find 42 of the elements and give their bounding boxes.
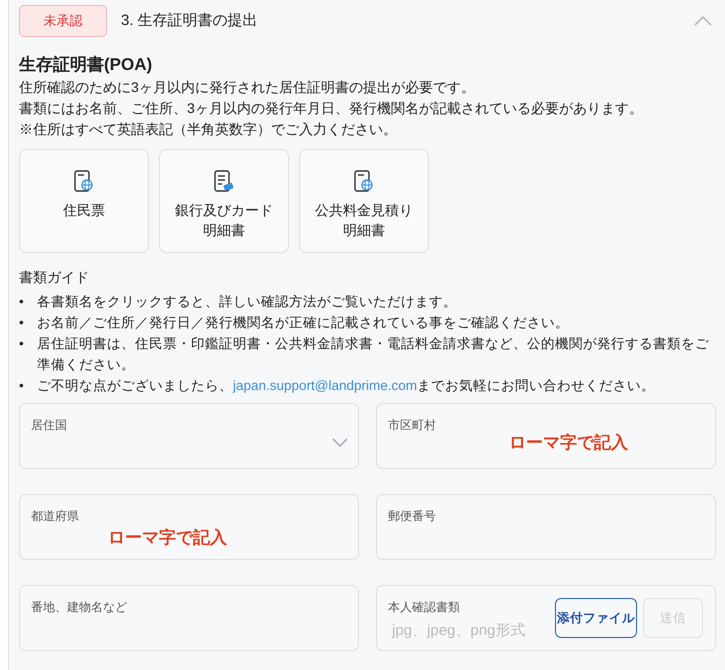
bullet-marker: • bbox=[19, 377, 25, 395]
document-type-card[interactable]: 公共料金見積り明細書 bbox=[299, 149, 429, 253]
file-field[interactable]: 本人確認書類 jpg、jpeg、png形式 添付ファイル 送信 bbox=[376, 585, 716, 651]
bullet-marker: • bbox=[19, 335, 25, 353]
field-label: 都道府県 bbox=[31, 508, 79, 525]
field-label: 番地、建物名など bbox=[31, 599, 127, 616]
status-badge: 未承認 bbox=[19, 5, 107, 37]
guide-title: 書類ガイド bbox=[19, 268, 90, 287]
field-label: 本人確認書類 bbox=[388, 599, 460, 616]
placeholder-text: jpg、jpeg、png形式 bbox=[392, 621, 526, 641]
annotation-text: ローマ字で記入 bbox=[108, 527, 227, 549]
document-type-card[interactable]: 銀行及びカード明細書 bbox=[159, 149, 289, 253]
field-label: 居住国 bbox=[31, 417, 67, 434]
bullet-marker: • bbox=[19, 314, 25, 332]
guide-item: ご不明な点がございましたら、japan.support@landprime.com までお気軽にお問い合わせください。 bbox=[37, 377, 656, 395]
annotation-text: ローマ字で記入 bbox=[509, 432, 628, 454]
field-label: 市区町村 bbox=[388, 417, 436, 434]
select-field[interactable]: 居住国 bbox=[19, 403, 359, 469]
statement-icon bbox=[213, 168, 235, 194]
section-heading: 生存証明書(POA) bbox=[19, 54, 154, 76]
field-label: 郵便番号 bbox=[388, 508, 436, 525]
document-type-label: 銀行及びカード明細書 bbox=[174, 201, 274, 240]
input-field[interactable]: 番地、建物名など bbox=[19, 585, 359, 651]
guide-item: お名前／ご住所／発行日／発行機関名が正確に記載されている事をご確認ください。 bbox=[37, 314, 569, 332]
step-title: 3. 生存証明書の提出 bbox=[121, 10, 258, 31]
document-globe-icon bbox=[73, 168, 95, 194]
document-type-label: 公共料金見積り明細書 bbox=[314, 201, 414, 240]
guide-item: 各書類名をクリックすると、詳しい確認方法がご覧いただけます。 bbox=[37, 293, 457, 311]
attach-file-button[interactable]: 添付ファイル bbox=[555, 598, 637, 638]
intro-text: ※住所はすべて英語表記（半角英数字）でご入力ください。 bbox=[19, 120, 398, 139]
document-globe-icon bbox=[353, 168, 375, 194]
input-field[interactable]: 都道府県 ローマ字で記入 bbox=[19, 494, 359, 560]
guide-item: 居住証明書は、住民票・印鑑証明書・公共料金請求書・電話料金請求書など、公的機関が発行する書類をご準備ください。 bbox=[37, 335, 710, 374]
intro-text: 住所確認のために3ヶ月以内に発行された居住証明書の提出が必要です。 bbox=[19, 78, 476, 97]
chevron-icon[interactable] bbox=[693, 15, 713, 27]
bullet-marker: • bbox=[19, 293, 25, 311]
document-type-label: 住民票 bbox=[62, 201, 106, 220]
chevron-down-icon bbox=[332, 438, 348, 448]
input-field[interactable]: 郵便番号 bbox=[376, 494, 716, 560]
intro-text: 書類にはお名前、ご住所、3ヶ月以内の発行年月日、発行機関名が記載されている必要があります。 bbox=[19, 99, 644, 118]
input-field[interactable]: 市区町村 ローマ字で記入 bbox=[376, 403, 716, 469]
document-type-card[interactable]: 住民票 bbox=[19, 149, 149, 253]
